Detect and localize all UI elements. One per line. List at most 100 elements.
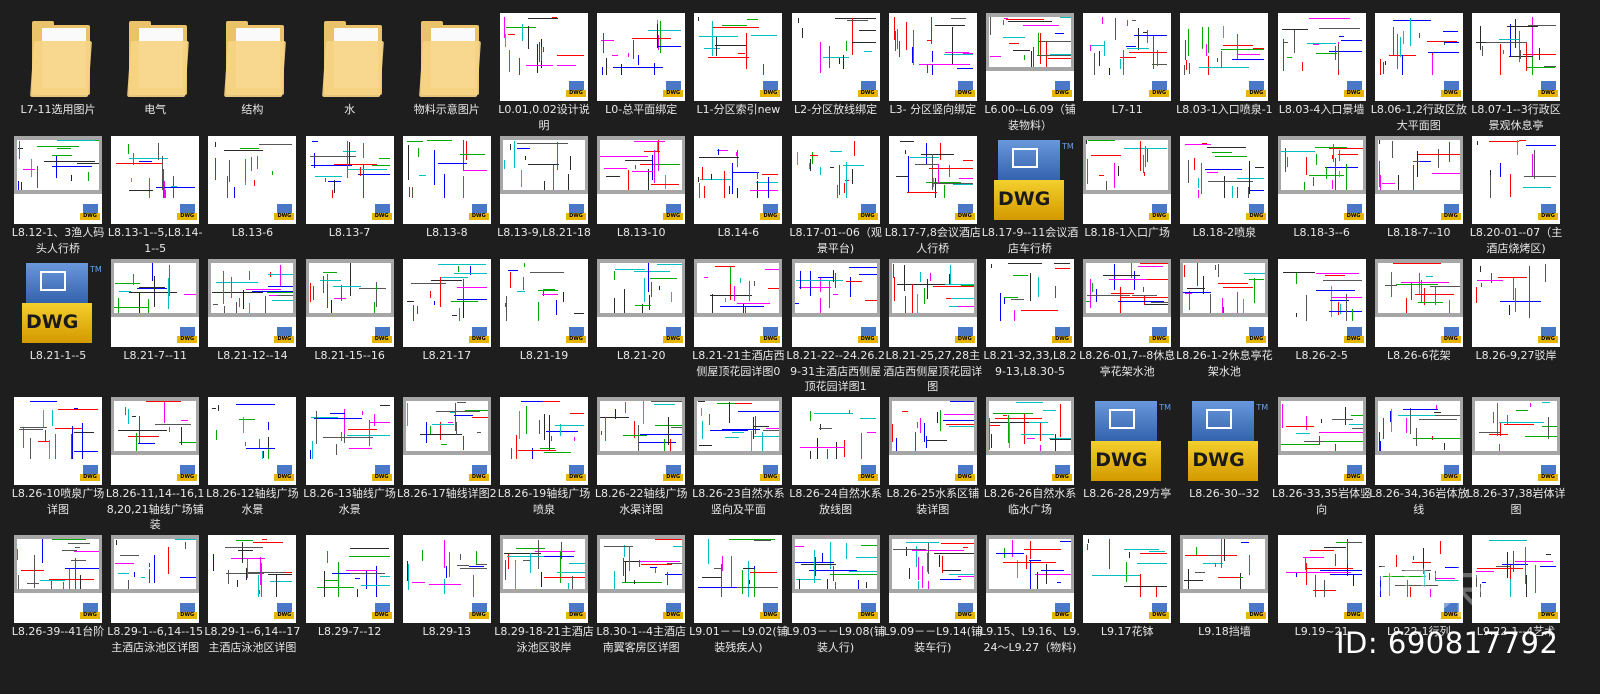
drawing-line bbox=[1029, 422, 1048, 423]
drawing-line bbox=[1218, 283, 1249, 284]
drawing-line bbox=[542, 294, 558, 295]
drawing-line bbox=[314, 176, 342, 177]
drawing-line bbox=[508, 34, 515, 35]
dwg-badge-icon: DWG bbox=[1440, 465, 1461, 483]
drawing-line bbox=[670, 439, 672, 451]
file-name-label: L8.18-1入口广场 bbox=[1084, 226, 1170, 239]
drawing-line bbox=[349, 573, 385, 574]
drawing-line bbox=[800, 564, 836, 565]
drawing-line bbox=[657, 142, 659, 151]
drawing-line bbox=[228, 570, 230, 584]
drawing-line bbox=[52, 166, 67, 167]
drawing-thumbnail: DWG bbox=[888, 136, 977, 224]
drawing-line bbox=[949, 265, 951, 284]
drawing-line bbox=[152, 264, 154, 281]
file-name-label: L8.21-21主酒店西侧屋顶花园详图0 bbox=[692, 349, 785, 378]
drawing-line bbox=[957, 576, 974, 577]
drawing-line bbox=[936, 412, 938, 423]
drawing-thumbnail: DWG bbox=[694, 136, 783, 224]
drawing-line bbox=[169, 427, 171, 432]
drawing-line bbox=[1144, 172, 1146, 176]
drawing-line bbox=[459, 554, 461, 560]
drawing-line bbox=[714, 568, 723, 569]
drawing-line bbox=[1106, 181, 1108, 190]
drawing-line bbox=[1303, 182, 1305, 190]
drawing-line bbox=[1280, 151, 1315, 152]
drawing-line bbox=[1400, 282, 1449, 283]
drawing-line bbox=[654, 150, 656, 183]
dwg-badge-icon: DWG bbox=[760, 465, 781, 483]
dwg-badge-icon: DWG bbox=[274, 327, 295, 345]
drawing-line bbox=[863, 51, 872, 52]
drawing-line bbox=[811, 152, 813, 164]
drawing-line bbox=[118, 298, 120, 313]
drawing-line bbox=[957, 306, 974, 307]
drawing-line bbox=[540, 448, 555, 449]
drawing-line bbox=[1241, 542, 1250, 543]
drawing-line bbox=[1109, 279, 1148, 280]
drawing-line bbox=[651, 164, 681, 165]
drawing-line bbox=[163, 169, 165, 198]
drawing-line bbox=[648, 169, 650, 190]
drawing-line bbox=[1412, 161, 1420, 162]
drawing-line bbox=[263, 451, 265, 458]
drawing-line bbox=[819, 42, 821, 73]
drawing-line bbox=[1137, 563, 1168, 564]
drawing-line bbox=[311, 141, 318, 142]
dwg-badge-icon: DWG bbox=[566, 204, 586, 222]
drawing-line bbox=[517, 143, 568, 144]
drawing-line bbox=[557, 55, 584, 56]
drawing-line bbox=[1312, 177, 1314, 186]
drawing-line bbox=[1528, 25, 1556, 26]
drawing-line bbox=[996, 553, 1024, 554]
drawing-line bbox=[530, 553, 531, 573]
drawing-line bbox=[528, 18, 558, 19]
drawing-line bbox=[538, 540, 539, 569]
drawing-line bbox=[1348, 424, 1363, 425]
drawing-line bbox=[162, 156, 164, 190]
drawing-line bbox=[373, 414, 375, 426]
drawing-line bbox=[1525, 547, 1526, 584]
drawing-line bbox=[1103, 275, 1141, 276]
drawing-line bbox=[475, 551, 477, 564]
drawing-line bbox=[1126, 46, 1137, 47]
drawing-line bbox=[832, 270, 834, 282]
drawing-line bbox=[948, 165, 950, 177]
dwg-file-icon: DWG TM bbox=[14, 259, 102, 347]
drawing-thumbnail: DWG bbox=[14, 397, 102, 485]
drawing-line bbox=[1397, 415, 1440, 416]
drawing-line bbox=[1323, 580, 1325, 597]
drawing-line bbox=[544, 452, 571, 453]
drawing-line bbox=[462, 176, 464, 198]
drawing-line bbox=[1194, 158, 1196, 170]
drawing-line bbox=[699, 445, 713, 446]
drawing-line bbox=[755, 416, 757, 434]
drawing-line bbox=[1405, 418, 1407, 433]
drawing-line bbox=[507, 556, 544, 557]
drawing-line bbox=[1243, 299, 1245, 313]
file-name-label: L8.26-9,27驳岸 bbox=[1475, 349, 1557, 362]
drawing-line bbox=[901, 411, 908, 412]
drawing-line bbox=[943, 185, 945, 198]
file-name-label: L7-11选用图片 bbox=[20, 103, 96, 116]
dwg-badge-icon: DWG bbox=[954, 204, 975, 222]
drawing-line bbox=[625, 160, 653, 161]
drawing-line bbox=[262, 451, 264, 459]
drawing-line bbox=[1021, 434, 1054, 435]
drawing-line bbox=[1350, 415, 1363, 416]
drawing-line bbox=[710, 295, 753, 296]
drawing-line bbox=[118, 573, 130, 574]
drawing-line bbox=[1281, 29, 1308, 30]
drawing-line bbox=[1008, 21, 1052, 22]
drawing-line bbox=[1143, 287, 1145, 292]
drawing-line bbox=[1499, 39, 1519, 40]
drawing-line bbox=[1480, 266, 1481, 272]
drawing-line bbox=[1004, 297, 1018, 298]
drawing-line bbox=[834, 582, 836, 589]
drawing-line bbox=[1208, 56, 1210, 75]
drawing-line bbox=[628, 53, 630, 57]
drawing-line bbox=[751, 431, 753, 451]
drawing-line bbox=[216, 430, 218, 440]
drawing-line bbox=[909, 157, 939, 158]
drawing-line bbox=[55, 434, 56, 459]
